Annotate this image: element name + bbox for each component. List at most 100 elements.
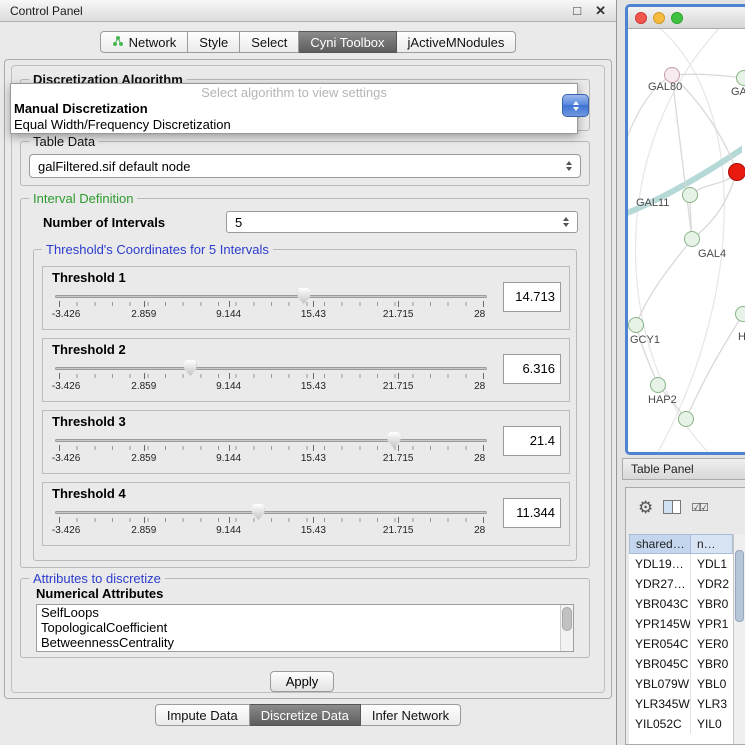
slider-track[interactable] bbox=[55, 367, 487, 370]
cell: YDL1 bbox=[691, 557, 733, 571]
thresholds-group: Threshold's Coordinates for 5 Intervals … bbox=[33, 249, 577, 561]
algorithm-dropdown: Select algorithm to view settings Manual… bbox=[10, 83, 578, 134]
close-traffic-light[interactable] bbox=[635, 12, 647, 24]
tab-cyni-toolbox[interactable]: Cyni Toolbox bbox=[299, 31, 396, 53]
threshold-slider[interactable]: -3.426 2.859 9.144 15.43 21.715 28 bbox=[49, 358, 493, 402]
tab-infer-network[interactable]: Infer Network bbox=[361, 704, 461, 726]
tick-label: -3.426 bbox=[52, 525, 80, 536]
select-columns-icon[interactable]: ☑☑ bbox=[691, 501, 707, 514]
cell: YLR3 bbox=[691, 697, 733, 711]
network-node[interactable] bbox=[650, 377, 666, 393]
threshold-panel: Threshold 3 -3.426 2.859 9.144 15.43 21.… bbox=[42, 410, 570, 474]
tick-label: -3.426 bbox=[52, 381, 80, 392]
network-node[interactable] bbox=[682, 187, 698, 203]
tick-label: 28 bbox=[474, 309, 485, 320]
network-canvas[interactable]: GAL80 GA GAL11 GAL4 GCY1 H HAP2 bbox=[628, 29, 742, 452]
tab-select[interactable]: Select bbox=[240, 31, 299, 53]
tick-label: 9.144 bbox=[216, 525, 241, 536]
threshold-label: Threshold 1 bbox=[52, 270, 126, 285]
list-scrollbar[interactable] bbox=[560, 605, 573, 651]
table-columns-icon[interactable] bbox=[663, 500, 681, 514]
table-data-combo[interactable]: galFiltered.sif default node bbox=[29, 154, 581, 178]
table-row[interactable]: YLR345WYLR3 bbox=[629, 694, 733, 714]
tab-network[interactable]: Network bbox=[100, 31, 189, 53]
scrollbar-thumb[interactable] bbox=[562, 607, 572, 631]
network-node[interactable] bbox=[628, 317, 644, 333]
network-node[interactable] bbox=[678, 411, 694, 427]
scrollbar-thumb[interactable] bbox=[735, 550, 744, 622]
tick-label: 9.144 bbox=[216, 453, 241, 464]
numerical-attributes-list[interactable]: SelfLoops TopologicalCoefficient Between… bbox=[36, 604, 574, 652]
threshold-label: Threshold 4 bbox=[52, 486, 126, 501]
menu-item-equal-width-frequency[interactable]: Equal Width/Frequency Discretization bbox=[11, 117, 577, 133]
network-view-window: GAL80 GA GAL11 GAL4 GCY1 H HAP2 bbox=[625, 4, 745, 455]
table-row[interactable]: YBR043CYBR0 bbox=[629, 594, 733, 614]
tick-label: 2.859 bbox=[131, 453, 156, 464]
tab-impute-data[interactable]: Impute Data bbox=[155, 704, 250, 726]
tab-label: Cyni Toolbox bbox=[310, 35, 384, 50]
tick-label: 2.859 bbox=[131, 309, 156, 320]
num-intervals-combo[interactable]: 5 bbox=[226, 211, 578, 233]
tick-label: 21.715 bbox=[383, 453, 414, 464]
threshold-label: Threshold 2 bbox=[52, 342, 126, 357]
threshold-slider[interactable]: -3.426 2.859 9.144 15.43 21.715 28 bbox=[49, 430, 493, 474]
table-data-group: Table Data galFiltered.sif default node bbox=[20, 141, 590, 186]
control-panel-window: Control Panel □ ✕ Network Style Select C… bbox=[0, 0, 617, 745]
node-label: GA bbox=[731, 86, 745, 98]
close-icon[interactable]: ✕ bbox=[595, 3, 606, 19]
column-header-shared-name[interactable]: shared… bbox=[629, 534, 691, 554]
top-tab-bar: Network Style Select Cyni Toolbox jActiv… bbox=[0, 31, 616, 53]
combo-stepper-button[interactable] bbox=[562, 94, 589, 117]
table-row[interactable]: YER054CYER0 bbox=[629, 634, 733, 654]
table-row[interactable]: YBR045CYBR0 bbox=[629, 654, 733, 674]
threshold-value-box[interactable]: 11.344 bbox=[503, 498, 561, 528]
table-header-row: shared… n… bbox=[629, 534, 733, 554]
tick-label: -3.426 bbox=[52, 453, 80, 464]
list-item[interactable]: BetweennessCentrality bbox=[37, 635, 573, 650]
threshold-value-box[interactable]: 21.4 bbox=[503, 426, 561, 456]
network-node[interactable] bbox=[735, 306, 745, 322]
tab-discretize-data[interactable]: Discretize Data bbox=[250, 704, 361, 726]
apply-button[interactable]: Apply bbox=[270, 671, 334, 692]
tick-label: -3.426 bbox=[52, 309, 80, 320]
bottom-tab-bar: Impute Data Discretize Data Infer Networ… bbox=[0, 704, 616, 726]
tab-segment-control: Network Style Select Cyni Toolbox jActiv… bbox=[100, 31, 517, 53]
menu-item-manual-discretization[interactable]: Manual Discretization bbox=[11, 101, 577, 117]
network-node[interactable] bbox=[684, 231, 700, 247]
cell: YLR345W bbox=[629, 694, 691, 714]
network-node-selected[interactable] bbox=[728, 163, 745, 181]
network-node[interactable] bbox=[736, 70, 745, 86]
gear-icon[interactable]: ⚙ bbox=[638, 499, 653, 516]
minimize-traffic-light[interactable] bbox=[653, 12, 665, 24]
slider-track[interactable] bbox=[55, 439, 487, 442]
table-scrollbar[interactable] bbox=[733, 534, 745, 744]
threshold-slider[interactable]: -3.426 2.859 9.144 15.43 21.715 28 bbox=[49, 286, 493, 330]
list-item[interactable]: SelfLoops bbox=[37, 605, 573, 620]
tab-style[interactable]: Style bbox=[188, 31, 240, 53]
cell: YBR045C bbox=[629, 654, 691, 674]
threshold-slider[interactable]: -3.426 2.859 9.144 15.43 21.715 28 bbox=[49, 502, 493, 546]
column-header-name[interactable]: n… bbox=[691, 534, 733, 554]
threshold-value-box[interactable]: 14.713 bbox=[503, 282, 561, 312]
threshold-value-box[interactable]: 6.316 bbox=[503, 354, 561, 384]
table-row[interactable]: YBL079WYBL0 bbox=[629, 674, 733, 694]
tick-label: 15.43 bbox=[301, 525, 326, 536]
slider-track[interactable] bbox=[55, 295, 487, 298]
tab-jactivemnodules[interactable]: jActiveMNodules bbox=[397, 31, 517, 53]
tick-label: 15.43 bbox=[301, 309, 326, 320]
table-body: YDL19…YDL1 YDR27…YDR2 YBR043CYBR0 YPR145… bbox=[629, 554, 733, 744]
table-toolbar: ⚙ ☑☑ bbox=[626, 488, 745, 526]
list-item[interactable]: TopologicalCoefficient bbox=[37, 620, 573, 635]
slider-track[interactable] bbox=[55, 511, 487, 514]
table-row[interactable]: YIL052CYIL0 bbox=[629, 714, 733, 734]
table-panel-header: Table Panel bbox=[622, 458, 745, 480]
minimize-icon[interactable]: □ bbox=[573, 3, 581, 18]
zoom-traffic-light[interactable] bbox=[671, 12, 683, 24]
table-row[interactable]: YPR145WYPR1 bbox=[629, 614, 733, 634]
cell: YBL0 bbox=[691, 677, 733, 691]
cell: YIL052C bbox=[629, 714, 691, 734]
table-row[interactable]: YDR27…YDR2 bbox=[629, 574, 733, 594]
table-row[interactable]: YDL19…YDL1 bbox=[629, 554, 733, 574]
network-window-titlebar[interactable] bbox=[628, 7, 745, 29]
tick-label: 21.715 bbox=[383, 309, 414, 320]
